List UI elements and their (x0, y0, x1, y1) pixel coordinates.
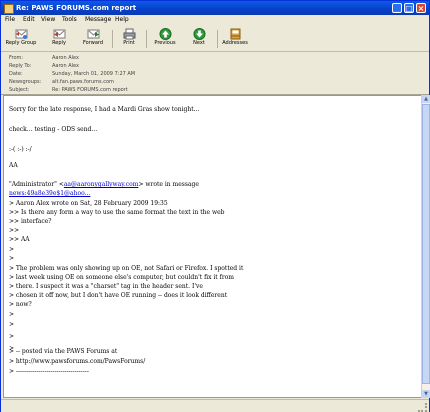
reply-group-button[interactable]: Reply Group (3, 28, 39, 50)
message-headers: From: Aaron Alex Reply To: Aaron Alex Date… (1, 52, 429, 95)
previous-button[interactable]: Previous (147, 28, 183, 50)
body-line: > ------------------------------------ (9, 368, 89, 375)
menu-file[interactable]: File (5, 16, 15, 23)
body-line: > http://www.pawsforums.com/PawsForums/ (9, 358, 146, 365)
body-line: > (9, 246, 15, 253)
body-line: > last week using OE on someone else's c… (9, 274, 234, 281)
body-line: > there. I suspect it was a "charset" ta… (9, 283, 203, 290)
body-line: >> Is there any form a way to use the sa… (9, 209, 225, 216)
body-line: "Administrator" <aa@aaronygallyway.com> … (9, 181, 199, 188)
reply-button[interactable]: Reply (41, 28, 77, 50)
maximize-button[interactable]: □ (404, 3, 414, 13)
body-line: > now? (9, 301, 32, 308)
minimize-button[interactable]: _ (392, 3, 402, 13)
address-book-icon (230, 28, 240, 40)
next-button[interactable]: Next (181, 28, 217, 50)
printer-icon (123, 28, 135, 40)
body-line: > chosen it off now, but I don't have OE… (9, 292, 228, 299)
body-line: > The problem was only showing up on OE,… (9, 265, 244, 272)
body-line: >> AA (9, 236, 30, 243)
menu-edit[interactable]: Edit (23, 16, 35, 23)
message-app-icon (4, 4, 14, 14)
news-link[interactable]: news:49a8e39e$1@ahoo... (9, 190, 90, 198)
body-line: check... testing - ODS send... (9, 126, 98, 133)
addresses-button[interactable]: Addresses (217, 28, 253, 50)
forward-icon (87, 29, 99, 39)
email-link[interactable]: aa@aaronygallyway.com (64, 181, 139, 188)
reply-group-icon (15, 29, 27, 39)
menu-help[interactable]: Help (115, 16, 129, 23)
body-line: :-( :-) :-/ (9, 146, 32, 153)
vertical-scrollbar[interactable]: ▲ ▼ (421, 95, 430, 398)
scroll-down-icon[interactable]: ▼ (422, 390, 430, 398)
status-bar (1, 399, 429, 412)
close-button[interactable]: × (416, 3, 426, 13)
window-title: Re: PAWS FORUMS.com report (16, 4, 137, 12)
title-bar[interactable]: Re: PAWS FORUMS.com report _ □ × (1, 1, 429, 15)
body-line: > (9, 321, 15, 328)
body-line: >> interface? (9, 218, 52, 225)
body-line: > Aaron Alex wrote on Sat, 28 February 2… (9, 200, 168, 207)
menu-view[interactable]: View (41, 16, 55, 23)
body-line: > (9, 311, 15, 318)
menu-message[interactable]: Message (85, 16, 111, 23)
print-button[interactable]: Print (111, 28, 147, 50)
forward-button[interactable]: Forward (75, 28, 111, 50)
body-line: Sorry for the late response, I had a Mar… (9, 106, 200, 113)
next-arrow-icon (193, 28, 205, 40)
body-line: > (9, 255, 15, 262)
menu-tools[interactable]: Tools (62, 16, 77, 23)
reply-icon (53, 29, 65, 39)
body-line: AA (9, 162, 18, 169)
scroll-up-icon[interactable]: ▲ (422, 95, 430, 103)
toolbar: Reply Group Reply Forward Print Previous… (1, 27, 429, 52)
outlook-express-window: Re: PAWS FORUMS.com report _ □ × File Ed… (0, 0, 430, 412)
body-line: > -- posted via the PAWS Forums at (9, 348, 118, 355)
menu-bar: File Edit View Tools Message Help (1, 15, 429, 26)
resize-grip-icon[interactable] (418, 403, 427, 412)
body-line: >> (9, 227, 20, 234)
previous-arrow-icon (159, 28, 171, 40)
message-body[interactable]: Sorry for the late response, I had a Mar… (3, 95, 422, 398)
scroll-thumb[interactable] (422, 104, 430, 384)
body-line: > (9, 333, 15, 340)
